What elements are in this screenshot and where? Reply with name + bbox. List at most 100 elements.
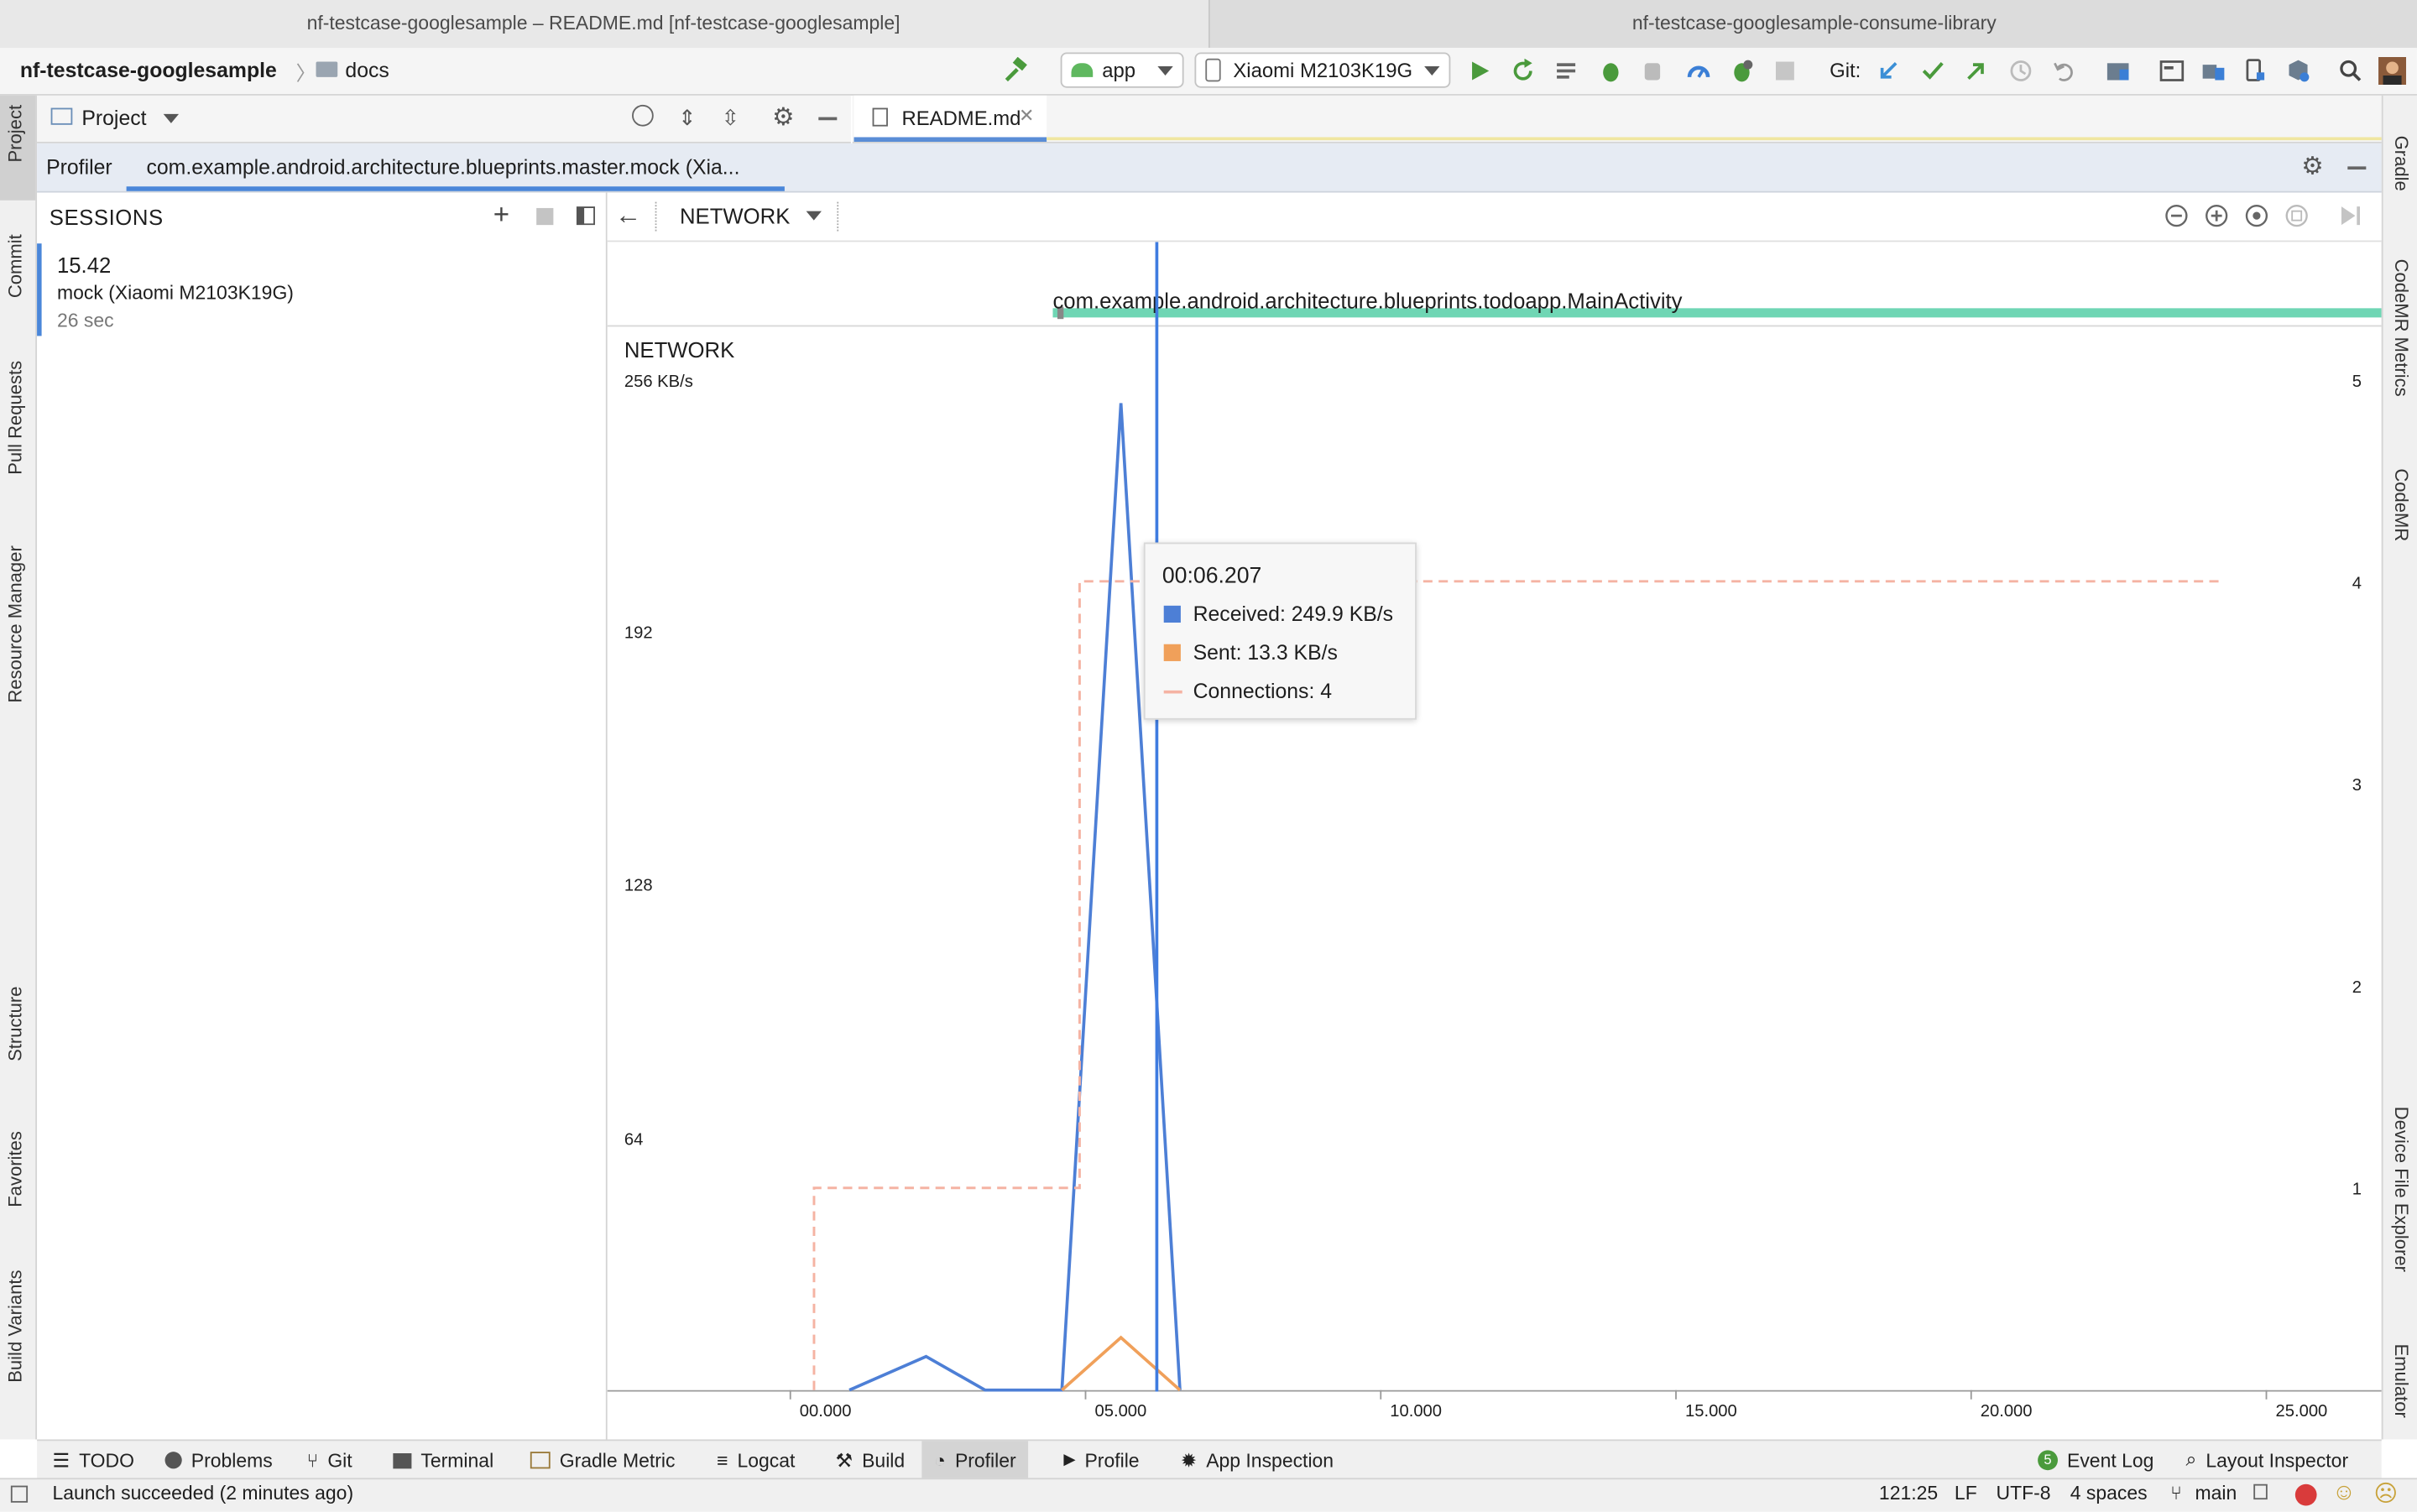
history-icon[interactable] xyxy=(2007,57,2034,85)
tool-logcat-label: Logcat xyxy=(737,1449,796,1472)
tool-app-inspection-label: App Inspection xyxy=(1206,1449,1334,1472)
minimize-icon[interactable] xyxy=(2347,166,2367,170)
breadcrumb-docs[interactable]: docs xyxy=(345,59,389,82)
tool-tab-project[interactable]: Project xyxy=(5,105,27,163)
search-icon[interactable] xyxy=(2336,57,2364,85)
stop-icon[interactable] xyxy=(1771,57,1798,85)
run-icon[interactable] xyxy=(1466,57,1494,85)
sessions-panel: SESSIONS + 15.42 mock (Xiaomi M2103K19G)… xyxy=(37,192,608,1440)
tool-event-log[interactable]: 5 Event Log xyxy=(2038,1441,2153,1479)
indent-setting[interactable]: 4 spaces xyxy=(2070,1483,2148,1504)
tool-layout-inspector[interactable]: ⌕ Layout Inspector xyxy=(2185,1441,2348,1479)
profile-icon[interactable] xyxy=(1685,57,1713,85)
tool-tab-build-variants[interactable]: Build Variants xyxy=(5,1270,27,1382)
tool-terminal[interactable]: Terminal xyxy=(393,1441,493,1479)
hammer-build-icon[interactable] xyxy=(1002,56,1030,85)
git-push-icon[interactable] xyxy=(1962,57,1990,85)
rollback-icon[interactable] xyxy=(2050,57,2078,85)
editor-divider xyxy=(1047,137,2382,141)
tool-gradle-metric[interactable]: Gradle Metric xyxy=(530,1441,676,1479)
close-icon[interactable]: ✕ xyxy=(1019,105,1034,127)
tool-tab-structure[interactable]: Structure xyxy=(5,986,27,1061)
network-chart[interactable]: com.example.android.architecture.bluepri… xyxy=(607,242,2382,1437)
tool-logcat[interactable]: ≡ Logcat xyxy=(717,1441,795,1479)
tab-readme[interactable]: README.md ✕ xyxy=(854,95,1047,142)
collapse-panel-icon[interactable] xyxy=(576,206,595,226)
apply-changes-icon[interactable] xyxy=(1509,57,1537,85)
profiler-select-label[interactable]: NETWORK xyxy=(680,203,790,227)
happy-feedback-icon[interactable]: ☺ xyxy=(2332,1479,2356,1505)
chevron-down-icon[interactable] xyxy=(163,113,180,123)
back-arrow-icon[interactable]: ← xyxy=(615,201,641,232)
tool-tab-favorites[interactable]: Favorites xyxy=(5,1131,27,1207)
tool-tab-pull-requests[interactable]: Pull Requests xyxy=(5,361,27,475)
zoom-out-icon[interactable] xyxy=(2164,203,2189,227)
gear-icon[interactable]: ⚙ xyxy=(772,102,794,133)
y2-tick-label: 4 xyxy=(2352,575,2362,593)
debug-icon[interactable] xyxy=(1597,57,1625,85)
sessions-header: SESSIONS xyxy=(49,205,164,230)
status-message[interactable]: Launch succeeded (2 minutes ago) xyxy=(52,1483,353,1504)
project-name[interactable]: nf-testcase-googlesample xyxy=(20,59,277,82)
tool-app-inspection[interactable]: ✹ App Inspection xyxy=(1181,1441,1334,1479)
tool-git[interactable]: ⑂ Git xyxy=(307,1441,352,1479)
reset-zoom-icon[interactable] xyxy=(2244,203,2268,227)
tab-profiler-session[interactable]: com.example.android.architecture.bluepri… xyxy=(126,143,785,191)
logcat-icon: ≡ xyxy=(717,1449,728,1472)
git-commit-icon[interactable] xyxy=(1919,57,1947,85)
window-tab-consume-library[interactable]: nf-testcase-googlesample-consume-library xyxy=(1208,0,2417,48)
editor-tab-bar: README.md ✕ xyxy=(852,95,2382,143)
tool-tab-codemr-metrics[interactable]: CodeMR Metrics xyxy=(2391,259,2413,397)
tool-tab-gradle[interactable]: Gradle xyxy=(2391,136,2413,191)
avatar[interactable] xyxy=(2378,56,2407,86)
tool-tab-emulator[interactable]: Emulator xyxy=(2391,1344,2413,1418)
sdk-manager-icon[interactable] xyxy=(2158,57,2185,85)
minimize-icon[interactable] xyxy=(818,117,838,121)
git-update-icon[interactable] xyxy=(1874,57,1902,85)
tool-tab-commit[interactable]: Commit xyxy=(5,234,27,298)
session-item[interactable]: 15.42 mock (Xiaomi M2103K19G) 26 sec xyxy=(37,243,606,336)
attach-debugger-icon[interactable] xyxy=(1640,57,1668,85)
line-separator[interactable]: LF xyxy=(1955,1483,1977,1504)
sync-gradle-icon[interactable] xyxy=(2284,57,2312,85)
tool-problems[interactable]: Problems xyxy=(164,1441,273,1479)
chevron-down-icon[interactable] xyxy=(806,211,822,221)
device-manager-icon[interactable] xyxy=(2242,57,2269,85)
tab-profiler[interactable]: Profiler xyxy=(46,156,112,180)
tool-tab-codemr[interactable]: CodeMR xyxy=(2391,468,2413,541)
attach-process-icon[interactable] xyxy=(1728,57,1756,85)
window-tab-readme[interactable]: nf-testcase-googlesample – README.md [nf… xyxy=(0,0,1208,48)
sad-feedback-icon[interactable]: ☹ xyxy=(2374,1479,2399,1507)
toggle-tool-windows-icon[interactable] xyxy=(10,1485,29,1503)
toolbar-separator xyxy=(655,201,659,232)
tool-profiler[interactable]: ◔ Profiler xyxy=(921,1441,1029,1480)
file-encoding[interactable]: UTF-8 xyxy=(1997,1483,2051,1504)
add-session-icon[interactable]: + xyxy=(493,199,509,232)
tool-tab-resource-manager[interactable]: Resource Manager xyxy=(5,545,27,702)
gear-icon[interactable]: ⚙ xyxy=(2301,151,2323,182)
caret-position[interactable]: 121:25 xyxy=(1879,1483,1938,1504)
lock-icon[interactable] xyxy=(2253,1483,2268,1500)
tool-todo[interactable]: ☰ TODO xyxy=(52,1441,134,1479)
git-branch[interactable]: main xyxy=(2195,1483,2237,1504)
locate-icon[interactable] xyxy=(632,104,654,127)
go-live-icon[interactable] xyxy=(2340,205,2362,227)
project-view-label[interactable]: Project xyxy=(81,107,146,130)
device-select[interactable]: Xiaomi M2103K19G xyxy=(1194,52,1451,88)
tool-profile[interactable]: ▶ Profile xyxy=(1063,1441,1139,1479)
zoom-to-selection-icon[interactable] xyxy=(2284,203,2309,227)
avd-manager-icon[interactable] xyxy=(2200,57,2227,85)
zoom-in-icon[interactable] xyxy=(2204,203,2228,227)
project-structure-icon[interactable] xyxy=(2106,57,2133,85)
right-tool-strip: Gradle CodeMR Metrics CodeMR Device File… xyxy=(2381,95,2417,1440)
collapse-all-icon[interactable]: ⇳ xyxy=(722,105,740,131)
tool-build[interactable]: ⚒ Build xyxy=(835,1441,905,1479)
hammer-icon: ⚒ xyxy=(835,1450,854,1473)
stop-session-icon[interactable] xyxy=(536,207,554,226)
tool-tab-device-file-explorer[interactable]: Device File Explorer xyxy=(2391,1107,2413,1272)
error-icon[interactable] xyxy=(2294,1483,2317,1506)
apply-code-changes-icon[interactable] xyxy=(1553,57,1581,85)
expand-all-icon[interactable]: ⇕ xyxy=(678,105,697,131)
file-icon xyxy=(872,107,888,127)
run-config-select[interactable]: app xyxy=(1060,52,1184,88)
